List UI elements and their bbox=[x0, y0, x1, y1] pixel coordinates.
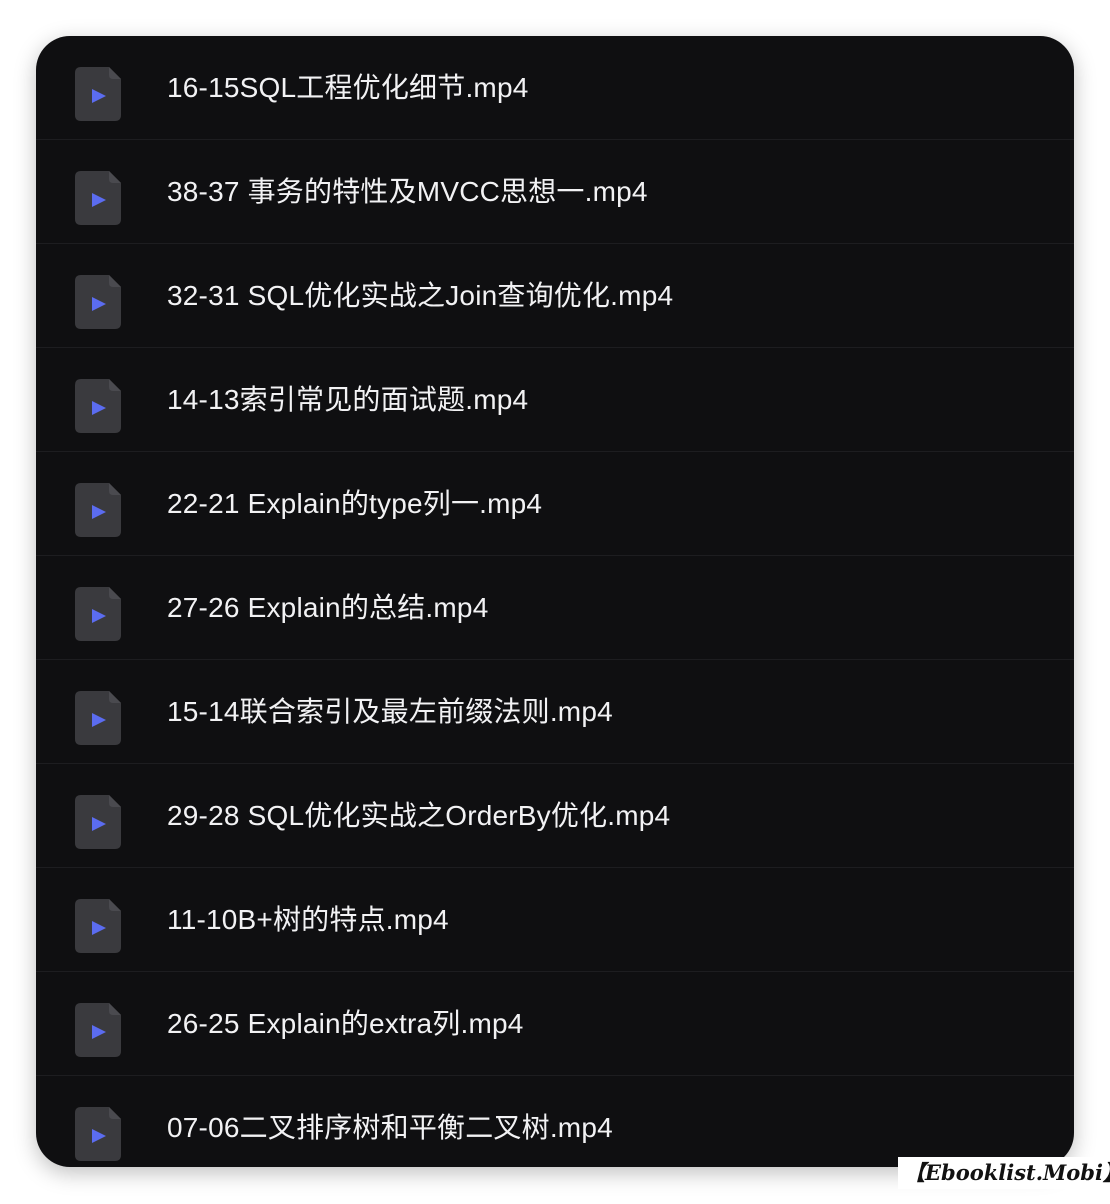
list-item[interactable]: 29-28 SQL优化实战之OrderBy优化.mp4 bbox=[36, 764, 1074, 868]
list-item[interactable]: 11-10B+树的特点.mp4 bbox=[36, 868, 1074, 972]
video-file-icon bbox=[75, 483, 121, 537]
list-item[interactable]: 16-15SQL工程优化细节.mp4 bbox=[36, 36, 1074, 140]
list-item[interactable]: 07-06二叉排序树和平衡二叉树.mp4 bbox=[36, 1076, 1074, 1167]
file-name: 22-21 Explain的type列一.mp4 bbox=[167, 488, 543, 519]
file-name: 11-10B+树的特点.mp4 bbox=[167, 904, 449, 935]
video-file-icon bbox=[75, 795, 121, 849]
file-name: 14-13索引常见的面试题.mp4 bbox=[167, 384, 529, 415]
file-name: 29-28 SQL优化实战之OrderBy优化.mp4 bbox=[167, 800, 671, 831]
list-item[interactable]: 27-26 Explain的总结.mp4 bbox=[36, 556, 1074, 660]
file-name: 16-15SQL工程优化细节.mp4 bbox=[167, 72, 529, 103]
video-file-icon bbox=[75, 67, 121, 121]
file-list-panel: 16-15SQL工程优化细节.mp4 38-37 事务的特性及MVCC思想一.m… bbox=[36, 36, 1074, 1167]
list-item[interactable]: 32-31 SQL优化实战之Join查询优化.mp4 bbox=[36, 244, 1074, 348]
video-file-icon bbox=[75, 379, 121, 433]
video-file-icon bbox=[75, 587, 121, 641]
file-name: 26-25 Explain的extra列.mp4 bbox=[167, 1008, 524, 1039]
file-name: 32-31 SQL优化实战之Join查询优化.mp4 bbox=[167, 280, 674, 311]
watermark: 【Ebooklist.Mobi】 bbox=[898, 1157, 1110, 1189]
file-name: 07-06二叉排序树和平衡二叉树.mp4 bbox=[167, 1112, 613, 1143]
video-file-icon bbox=[75, 171, 121, 225]
video-file-icon bbox=[75, 1003, 121, 1057]
list-item[interactable]: 26-25 Explain的extra列.mp4 bbox=[36, 972, 1074, 1076]
file-name: 27-26 Explain的总结.mp4 bbox=[167, 592, 489, 623]
file-name: 38-37 事务的特性及MVCC思想一.mp4 bbox=[167, 176, 648, 207]
list-item[interactable]: 14-13索引常见的面试题.mp4 bbox=[36, 348, 1074, 452]
list-item[interactable]: 15-14联合索引及最左前缀法则.mp4 bbox=[36, 660, 1074, 764]
video-file-icon bbox=[75, 1107, 121, 1161]
video-file-icon bbox=[75, 275, 121, 329]
video-file-icon bbox=[75, 691, 121, 745]
file-name: 15-14联合索引及最左前缀法则.mp4 bbox=[167, 696, 613, 727]
list-item[interactable]: 22-21 Explain的type列一.mp4 bbox=[36, 452, 1074, 556]
list-item[interactable]: 38-37 事务的特性及MVCC思想一.mp4 bbox=[36, 140, 1074, 244]
video-file-icon bbox=[75, 899, 121, 953]
